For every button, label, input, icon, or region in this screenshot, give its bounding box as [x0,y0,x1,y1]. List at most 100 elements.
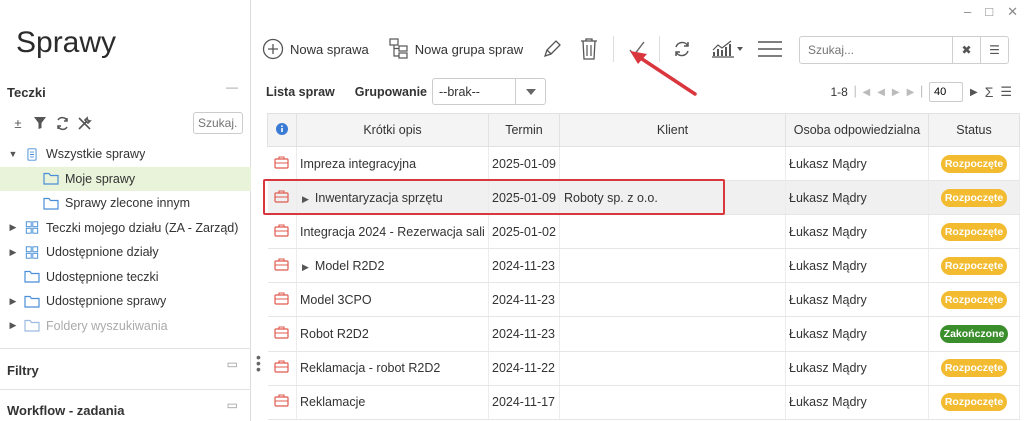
row-person-cell: Łukasz Mądry [785,180,929,216]
tree-item[interactable]: ▶ Udostępnione sprawy [0,289,251,314]
filtry-expand-button[interactable]: ▭ [227,357,238,371]
tree-item-label: Wszystkie sprawy [46,147,146,162]
row-deadline-cell: 2024-11-23 [488,282,560,318]
search-options-icon[interactable]: ☰ [980,37,1008,63]
expand-right-icon[interactable]: ▶ [7,295,19,307]
row-desc-cell[interactable]: Robot R2D2 [296,316,489,352]
tree-item[interactable]: Moje sprawy [0,166,251,191]
tree-item[interactable]: ▼ Wszystkie sprawy [0,142,251,167]
tree-item[interactable]: ▶ Foldery wyszukiwania [0,314,251,339]
plus-circle-icon [262,38,284,60]
sum-icon[interactable]: Σ [985,84,994,100]
tree-item[interactable]: ▶ Teczki mojego działu (ZA - Zarząd) [0,216,251,241]
expand-right-icon[interactable]: ▶ [302,194,309,204]
prev-page-icon[interactable]: ◀ [877,87,885,98]
row-client-cell [559,146,786,182]
tools-icon[interactable] [76,115,92,131]
apply-page-size-icon[interactable]: ▶ [970,87,978,98]
teczki-toolbar: ± [10,115,92,131]
info-column-header[interactable] [267,113,297,147]
divider [0,389,251,390]
tree-item[interactable]: ▶ Udostępnione działy [0,240,251,265]
edit-pencil-icon[interactable] [541,38,563,60]
table-row[interactable]: Model 3CPO 2024-11-23 Łukasz Mądry Rozpoczę… [267,282,1020,318]
row-desc-cell[interactable]: ▶ Model R2D2 [296,248,489,284]
folder-icon [24,295,40,308]
top-search-input[interactable] [800,37,952,63]
expand-right-icon[interactable]: ▶ [7,222,19,234]
column-header-person[interactable]: Osoba odpowiedzialna [785,113,929,147]
info-icon [276,122,288,135]
row-status-cell: Rozpoczęte [928,180,1020,216]
row-icon-cell [267,248,297,284]
close-button[interactable]: ✕ [1007,4,1018,20]
refresh-folder-icon[interactable] [54,115,70,131]
first-page-icon[interactable]: ▏◀ [855,87,870,98]
row-desc-cell[interactable]: Model 3CPO [296,282,489,318]
next-page-icon[interactable]: ▶ [892,87,900,98]
column-header-deadline[interactable]: Termin [488,113,560,147]
toolbar-divider [613,36,615,62]
row-desc-cell[interactable]: Reklamacje [296,385,489,420]
trash-icon[interactable] [579,37,599,61]
briefcase-icon [274,258,289,271]
row-person-cell: Łukasz Mądry [785,316,929,352]
expand-down-icon[interactable]: ▼ [7,148,19,160]
department-grid-icon [25,221,39,234]
list-menu-icon[interactable]: ☰ [1000,84,1012,100]
workflow-expand-button[interactable]: ▭ [227,398,238,412]
row-desc-cell[interactable]: Reklamacja - robot R2D2 [296,351,489,386]
menu-icon[interactable] [758,40,783,58]
table-row[interactable]: Reklamacje 2024-11-17 Łukasz Mądry Rozpoczę… [267,385,1020,420]
tree-item-label: Udostępnione teczki [46,269,159,284]
sidebar-search-input[interactable] [193,112,243,134]
row-desc-cell[interactable]: ▶ Inwentaryzacja sprzętu [296,180,489,216]
tree-item[interactable]: Sprawy zlecone innym [0,191,251,216]
case-description: Robot R2D2 [300,327,369,342]
case-description: Inwentaryzacja sprzętu [314,190,443,205]
table-row[interactable]: Robot R2D2 2024-11-23 Łukasz Mądry Zakończo… [267,316,1020,352]
chart-dropdown-icon[interactable] [710,38,744,60]
row-desc-cell[interactable]: Impreza integracyjna [296,146,489,182]
last-page-icon[interactable]: ▶▕ [907,87,922,98]
page-size-input[interactable] [928,82,963,102]
table-row[interactable]: Reklamacja - robot R2D2 2024-11-22 Łukasz … [267,351,1020,386]
filter-icon[interactable] [32,115,48,131]
expand-right-icon[interactable]: ▶ [7,320,19,332]
table-row[interactable]: Impreza integracyjna 2025-01-09 Łukasz Mąd… [267,146,1020,182]
column-header-client[interactable]: Klient [559,113,786,147]
pager: 1-8 ▏◀ ◀ ▶ ▶▕ ▶ Σ ☰ [830,82,1012,102]
new-case-label: Nowa sprawa [290,41,369,57]
row-client-cell [559,248,786,284]
table-row[interactable]: ▶ Model R2D2 2024-11-23 Łukasz Mądry Rozpocz… [267,248,1020,284]
sidebar: Sprawy Teczki — ± ▼ Wszystkie sprawy Moje … [0,0,251,421]
list-header: Lista spraw Grupowanie [266,80,427,104]
expand-right-icon[interactable]: ▶ [302,262,309,272]
row-desc-cell[interactable]: Integracja 2024 - Rezerwacja sali k [296,214,489,250]
row-person-cell: Łukasz Mądry [785,146,929,182]
minimize-button[interactable]: – [964,4,971,20]
row-client-cell [559,282,786,318]
new-case-button[interactable]: Nowa sprawa [262,38,369,60]
teczki-collapse-button[interactable]: — [226,80,238,94]
divider [0,348,251,349]
briefcase-icon [274,224,289,237]
grouping-select[interactable]: --brak-- [432,78,546,105]
table-row[interactable]: Integracja 2024 - Rezerwacja sali k 2025-… [267,214,1020,250]
chevron-down-icon[interactable] [515,79,545,104]
maximize-button[interactable]: □ [985,4,993,20]
row-status-cell: Rozpoczęte [928,351,1020,386]
column-header-status[interactable]: Status [928,113,1020,147]
expand-right-icon[interactable]: ▶ [7,246,19,258]
tree-item[interactable]: Udostępnione teczki [0,265,251,290]
tree-item-label: Foldery wyszukiwania [46,318,168,333]
table-row[interactable]: ▶ Inwentaryzacja sprzętu 2025-01-09 Roboty … [267,180,1020,216]
new-group-button[interactable]: Nowa grupa spraw [389,38,523,60]
row-deadline-cell: 2025-01-09 [488,180,560,216]
clear-search-icon[interactable]: ✖ [952,37,980,63]
column-header-short-desc[interactable]: Krótki opis [296,113,489,147]
panel-splitter[interactable]: • • • [256,350,261,376]
add-remove-icon[interactable]: ± [10,115,26,131]
teczki-header: Teczki [7,85,46,100]
case-description: Model 3CPO [300,292,372,307]
